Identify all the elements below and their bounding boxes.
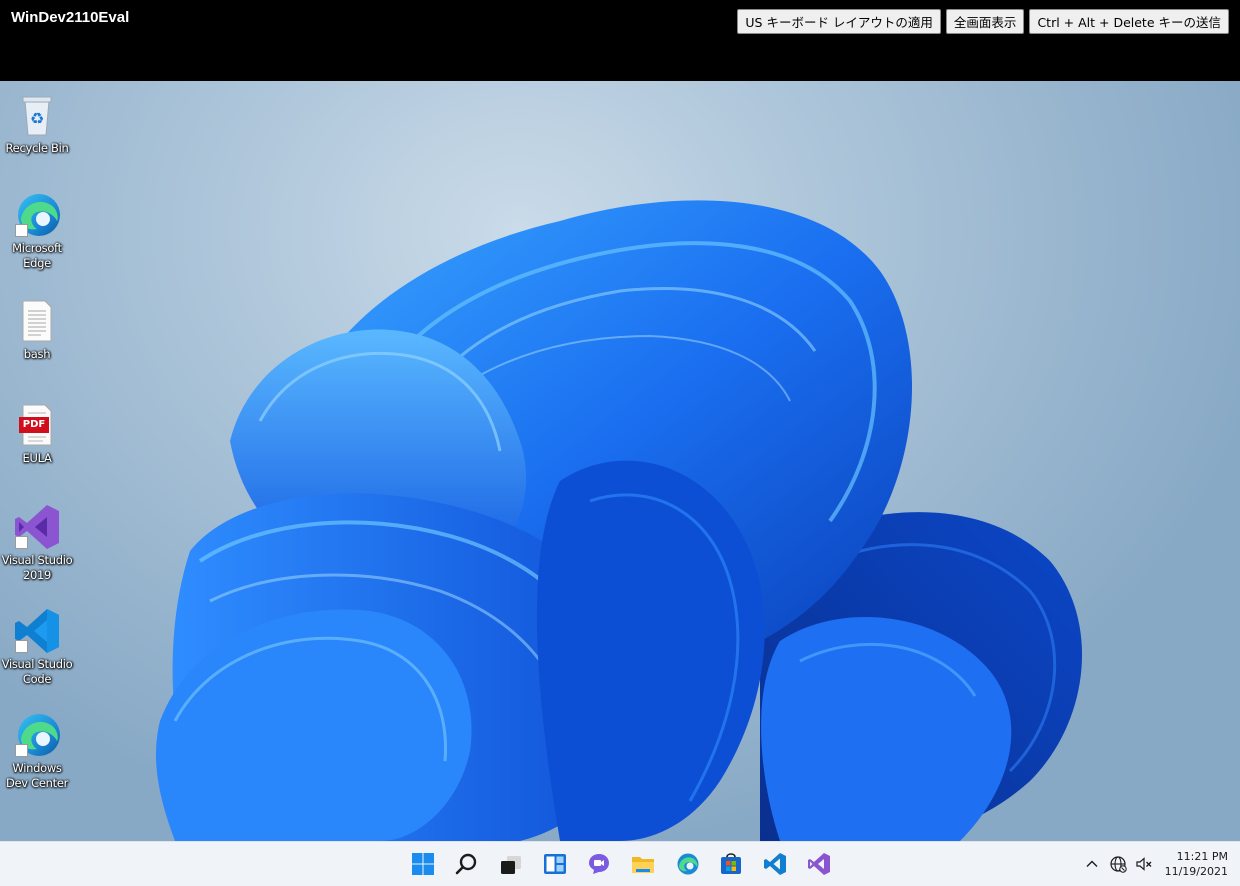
desktop[interactable]: ♻ Recycle Bin Microsoft Edge bash PDF EU… [0, 81, 1240, 841]
search-icon [455, 853, 477, 875]
clock-date: 11/19/2021 [1164, 865, 1228, 878]
desktop-icon-label: Windows Dev Center [5, 761, 69, 790]
volume-muted-icon [1135, 857, 1152, 871]
desktop-icon-visual-studio-2019[interactable]: Visual Studio 2019 [0, 503, 74, 583]
desktop-icon-recycle-bin[interactable]: ♻ Recycle Bin [0, 91, 74, 156]
network-button[interactable] [1105, 849, 1131, 879]
desktop-icon-label: Visual Studio 2019 [1, 553, 73, 582]
system-tray: 11:21 PM 11/19/2021 [1079, 842, 1228, 886]
desktop-icon-bash[interactable]: bash [0, 297, 74, 362]
send-ctrl-alt-delete-button[interactable]: Ctrl + Alt + Delete キーの送信 [1029, 9, 1229, 34]
desktop-icon-label: Visual Studio Code [1, 657, 73, 686]
shortcut-arrow-icon [15, 744, 28, 757]
host-toolbar: WinDev2110Eval US キーボード レイアウトの適用 全画面表示 C… [0, 0, 1240, 81]
shortcut-arrow-icon [15, 536, 28, 549]
edge-icon [13, 711, 61, 759]
taskbar-clock[interactable]: 11:21 PM 11/19/2021 [1165, 849, 1228, 879]
shortcut-arrow-icon [15, 640, 28, 653]
task-view-icon [501, 856, 521, 874]
store-icon [721, 853, 741, 874]
fullscreen-button[interactable]: 全画面表示 [945, 9, 1025, 34]
edge-icon [677, 853, 699, 875]
desktop-icon-label: Microsoft Edge [12, 241, 62, 270]
desktop-icon-eula[interactable]: PDF EULA [0, 401, 74, 466]
desktop-icon-visual-studio-code[interactable]: Visual Studio Code [0, 607, 74, 687]
desktop-icon-label: bash [23, 347, 51, 361]
start-button[interactable] [401, 843, 445, 885]
host-button-group: US キーボード レイアウトの適用 全画面表示 Ctrl + Alt + Del… [737, 9, 1229, 34]
desktop-icon-windows-dev-center[interactable]: Windows Dev Center [0, 711, 74, 791]
pdf-badge: PDF [22, 419, 46, 430]
chevron-up-icon [1086, 860, 1098, 867]
search-button[interactable] [445, 843, 489, 885]
pdf-icon: PDF [13, 401, 61, 449]
edge-taskbar-button[interactable] [665, 843, 709, 885]
volume-button[interactable] [1131, 849, 1157, 879]
recycle-bin-icon: ♻ [13, 91, 61, 139]
widgets-icon [544, 854, 566, 874]
show-hidden-icons-button[interactable] [1079, 849, 1105, 879]
bloom-wallpaper [155, 200, 1083, 841]
desktop-icon-label: EULA [22, 451, 52, 465]
desktop-icon-label: Recycle Bin [5, 141, 69, 155]
widgets-button[interactable] [533, 843, 577, 885]
visual-studio-icon [13, 503, 61, 551]
text-file-icon [13, 297, 61, 345]
task-view-button[interactable] [489, 843, 533, 885]
start-icon [412, 853, 434, 875]
chat-button[interactable] [577, 843, 621, 885]
apply-us-keyboard-button[interactable]: US キーボード レイアウトの適用 [737, 9, 941, 34]
desktop-icon-microsoft-edge[interactable]: Microsoft Edge [0, 191, 74, 271]
shortcut-arrow-icon [15, 224, 28, 237]
vscode-taskbar-button[interactable] [753, 843, 797, 885]
visual-studio-taskbar-button[interactable] [797, 843, 841, 885]
taskbar-app-list [401, 843, 841, 885]
network-icon [1109, 856, 1127, 873]
vscode-icon [13, 607, 61, 655]
svg-text:♻: ♻ [30, 109, 44, 128]
vm-title: WinDev2110Eval [11, 9, 130, 26]
clock-time: 11:21 PM [1176, 850, 1228, 863]
file-explorer-button[interactable] [621, 843, 665, 885]
chat-icon [589, 854, 609, 874]
vscode-icon [764, 853, 786, 875]
visual-studio-icon [808, 853, 830, 875]
edge-icon [13, 191, 61, 239]
file-explorer-icon [632, 857, 654, 873]
taskbar: 11:21 PM 11/19/2021 [0, 841, 1240, 886]
store-button[interactable] [709, 843, 753, 885]
